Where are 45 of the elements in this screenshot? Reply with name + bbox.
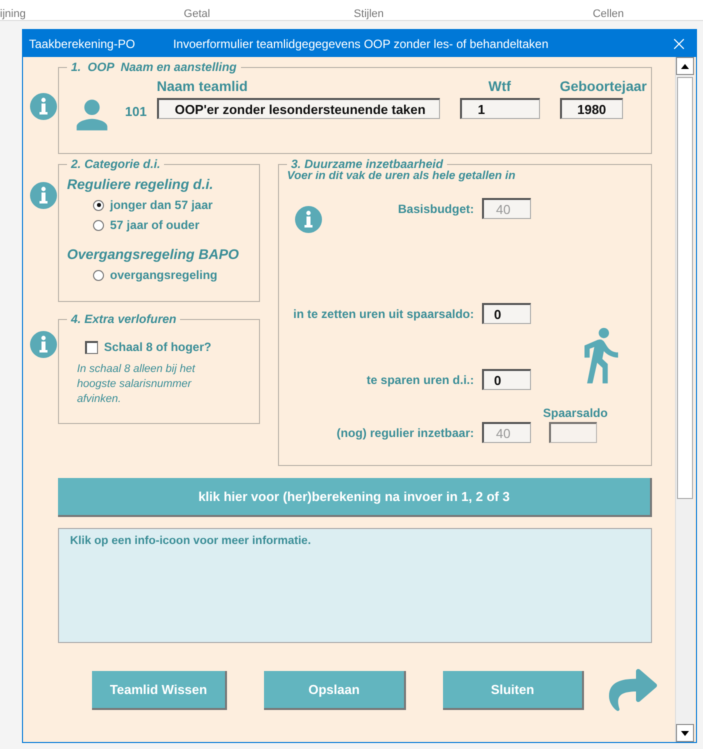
field-label: te sparen uren d.i.: bbox=[366, 372, 474, 386]
ribbon-group-label: Stijlen bbox=[354, 8, 385, 20]
ribbon-group-label: Getal bbox=[184, 8, 212, 20]
field-label: Wtf bbox=[487, 78, 512, 94]
section-legend: 1. OOP Naam en aanstelling bbox=[67, 60, 241, 74]
number-field[interactable]: 0 bbox=[482, 369, 531, 390]
action-button[interactable]: Sluiten bbox=[443, 670, 584, 710]
action-button[interactable]: Teamlid Wissen bbox=[92, 670, 227, 710]
field-label: Spaarsaldo bbox=[543, 406, 609, 420]
member-number: 101 bbox=[125, 103, 147, 119]
section-legend: 2. Categorie d.i. bbox=[67, 157, 164, 171]
field-label: in te zetten uren uit spaarsaldo: bbox=[292, 306, 474, 320]
field-label: Geboortejaar bbox=[560, 78, 647, 94]
radio-option[interactable]: overgangsregeling bbox=[93, 268, 259, 282]
app-name: Taakberekening-PO bbox=[29, 36, 136, 50]
section-legend: 4. Extra verlofuren bbox=[67, 312, 180, 326]
note-text: In schaal 8 alleen bij het hoogste salarisnummer afvinken. bbox=[77, 362, 196, 407]
group-heading: Reguliere regeling d.i. bbox=[67, 176, 214, 192]
number-field[interactable]: 0 bbox=[482, 303, 531, 324]
field-label: (nog) regulier inzetbaar: bbox=[336, 426, 474, 440]
info-icon[interactable] bbox=[30, 93, 57, 120]
info-icon[interactable] bbox=[30, 331, 57, 358]
ribbon-group-label: ijning bbox=[0, 8, 27, 20]
calculate-button[interactable]: klik hier voor (her)berekening na invoer in 1, 2 of 3 bbox=[58, 478, 652, 517]
text-field[interactable]: OOP'er zonder lesondersteunende taken bbox=[156, 98, 440, 119]
checkbox-option[interactable]: Schaal 8 of hoger? bbox=[85, 340, 259, 354]
info-icon[interactable] bbox=[295, 206, 322, 233]
field-label: Basisbudget: bbox=[396, 202, 474, 216]
forward-arrow-icon[interactable] bbox=[609, 666, 657, 714]
field-label: Naam teamlid bbox=[156, 78, 249, 94]
info-text-area: Klik op een info-icoon voor meer informatie. bbox=[58, 528, 652, 643]
section-legend: 3. Duurzame inzetbaarheid bbox=[287, 157, 448, 171]
scroll-down-icon[interactable] bbox=[681, 730, 689, 736]
info-icon[interactable] bbox=[30, 182, 57, 209]
text-field[interactable]: 1 bbox=[460, 98, 540, 119]
radio-option[interactable]: 57 jaar of ouder bbox=[93, 218, 259, 232]
scroll-up-icon[interactable] bbox=[681, 64, 689, 68]
radio-option[interactable]: jonger dan 57 jaar bbox=[93, 198, 259, 212]
scrollbar[interactable] bbox=[675, 57, 694, 742]
ribbon-group-label: Cellen bbox=[592, 8, 625, 20]
group-heading: Overgangsregeling BAPO bbox=[67, 246, 240, 262]
text-field[interactable]: 1980 bbox=[560, 98, 623, 119]
action-button[interactable]: Opslaan bbox=[264, 670, 406, 710]
instruction-text: Voer in dit vak de uren als hele getallen in bbox=[287, 170, 516, 182]
window-title: Invoerformulier teamlidgegegevens OOP zonder les- of behandeltaken bbox=[173, 36, 548, 50]
